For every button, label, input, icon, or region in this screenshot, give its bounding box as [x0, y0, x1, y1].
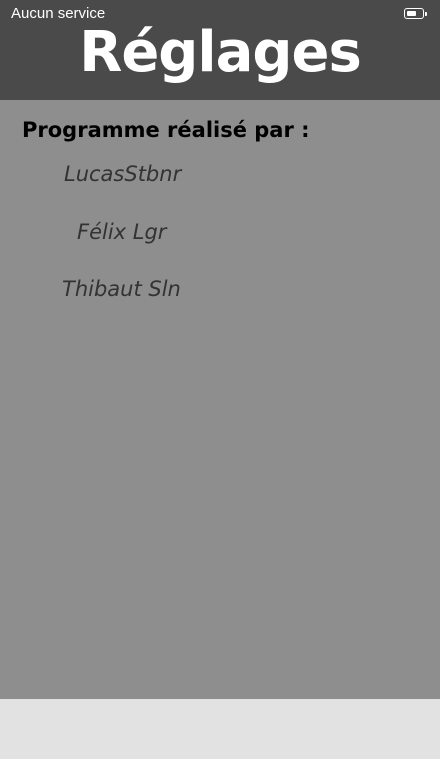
credit-name: LucasStbnr	[64, 162, 182, 186]
header-bar: Aucun service Réglages	[0, 0, 440, 100]
battery-level	[406, 10, 416, 16]
page-title: Réglages	[79, 20, 362, 85]
battery-tip	[425, 11, 427, 16]
credits-panel: Programme réalisé par : LucasStbnr Félix…	[0, 100, 440, 699]
credit-name: Thibaut Sln	[62, 277, 181, 301]
credit-name: Félix Lgr	[77, 220, 167, 244]
bottom-bar	[0, 699, 440, 759]
credits-heading: Programme réalisé par :	[22, 118, 310, 142]
